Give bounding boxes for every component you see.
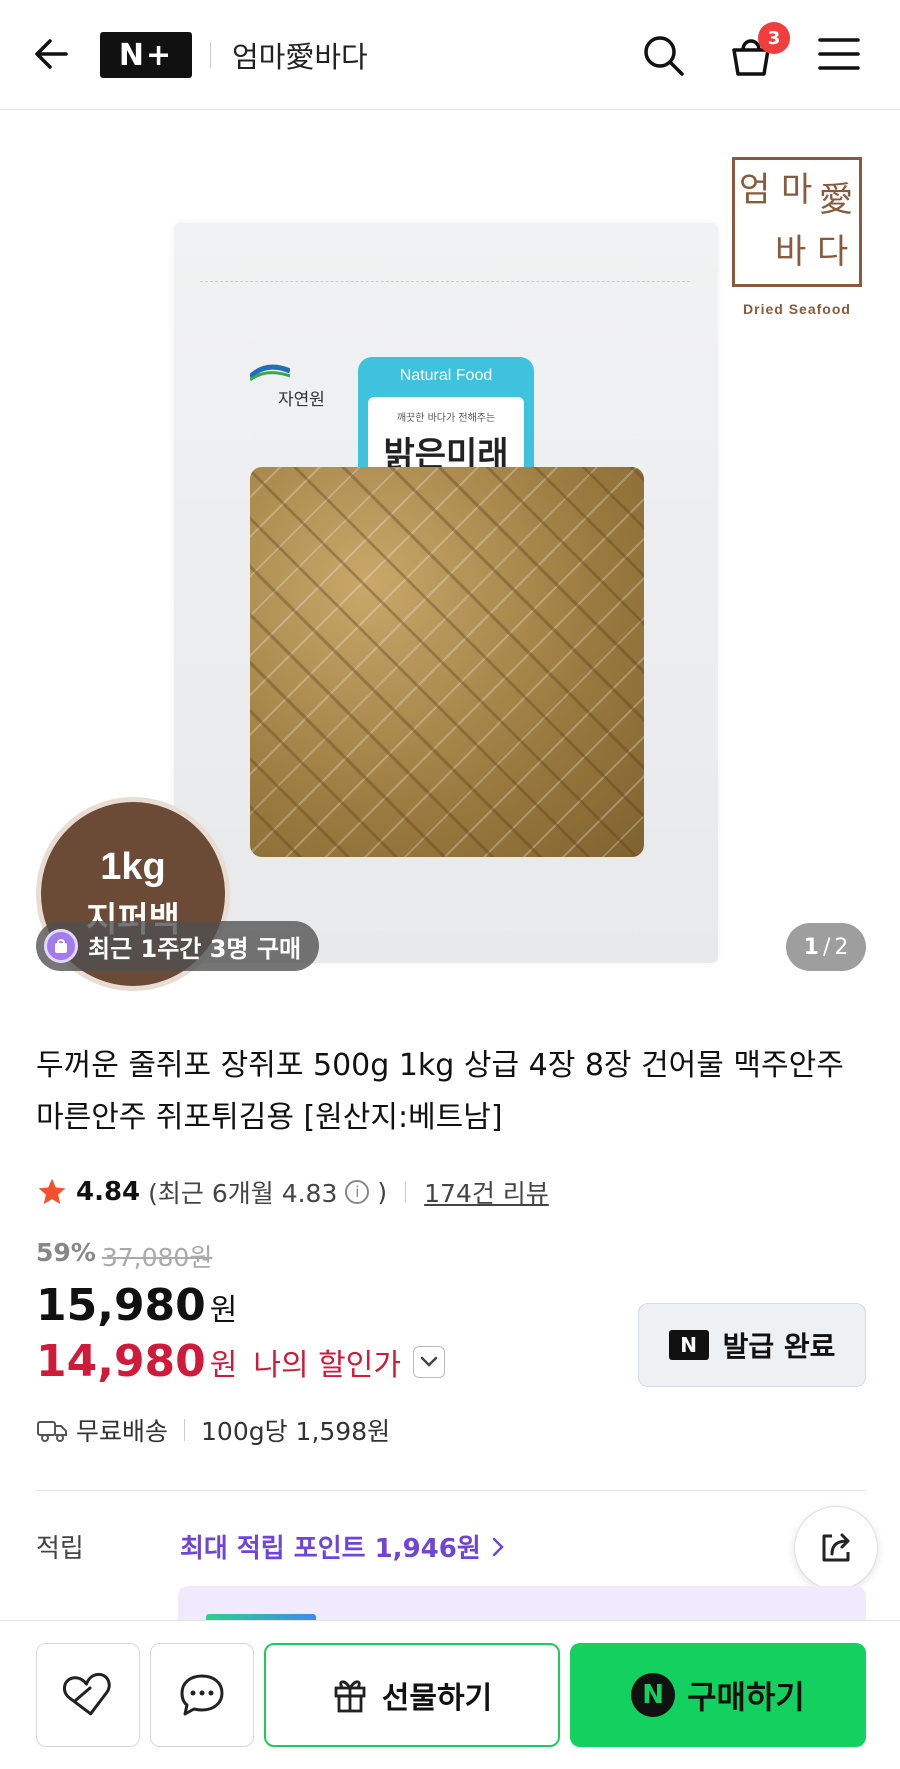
page-current: 1 [803,934,819,960]
naver-n-icon: N [668,1330,709,1360]
section-divider [36,1490,866,1491]
chevron-down-icon [420,1356,438,1367]
wishlist-button[interactable] [36,1643,140,1747]
top-header: N+ 엄마愛바다 3 [0,0,900,110]
review-count-link[interactable]: 174건 리뷰 [424,1174,549,1210]
product-package-image: 자연원 Natural Food 깨끗한 바다가 전해주는 밝은미래 [174,223,718,963]
search-icon[interactable] [640,32,686,78]
gift-button-label: 선물하기 [381,1681,493,1716]
max-points-link[interactable]: 최대 적립 포인트 1,946원 [180,1528,481,1565]
points-label: 적립 [36,1534,84,1564]
info-icon[interactable]: i [345,1180,370,1204]
truck-icon [37,1421,67,1442]
cart-count-badge: 3 [758,22,790,54]
chat-bubble-icon [180,1674,224,1716]
discount-rate: 59% [36,1238,96,1267]
product-title: 두꺼운 줄쥐포 장쥐포 500g 1kg 상급 4장 8장 건어물 맥주안주 마… [36,1048,844,1135]
coupon-issued-button[interactable]: N 발급 완료 [638,1303,866,1387]
gift-icon [334,1680,366,1713]
coupon-button-label: 발급 완료 [722,1330,836,1363]
star-icon [38,1178,66,1204]
logo-char: 마 [781,170,813,210]
logo-char: 다 [817,232,849,272]
heart-icon [62,1673,111,1716]
back-arrow-icon[interactable] [30,32,74,76]
rating-score: 4.84 [76,1177,141,1207]
points-row: 적립 최대 적립 포인트 1,946원 [36,1528,507,1565]
package-seal-line [200,281,690,291]
page-separator: / [822,934,831,960]
logo-char: 愛 [819,180,853,220]
badge-weight: 1kg [100,846,166,888]
header-divider [210,42,211,68]
share-button[interactable] [794,1506,878,1590]
page-total: 2 [834,934,849,960]
logo-char: 바 [775,232,807,272]
naver-plus-store-logo[interactable]: N+ [100,32,192,78]
recent-purchase-text: 최근 1주간 3명 구매 [88,934,302,963]
naver-pay-icon: N [631,1673,676,1717]
shipping-row: 무료배송 100g당 1,598원 [36,1412,390,1448]
share-icon [822,1533,850,1562]
recent-rating-close: ) [377,1177,388,1207]
logo-char: 엄 [739,170,771,210]
unit-price-text: 100g당 1,598원 [201,1417,391,1446]
chevron-right-icon [492,1537,504,1556]
discount-row: 59% 37,080원 [36,1238,212,1274]
maker-logo: 자연원 [248,363,360,423]
my-discount-price: 14,980 [36,1336,206,1387]
image-page-indicator: 1 / 2 [786,923,866,971]
rating-row: 4.84 (최근 6개월 4.83 i ) 174건 리뷰 [36,1172,549,1212]
recent-purchase-badge: 최근 1주간 3명 구매 [36,921,320,971]
buy-button-label: 구매하기 [687,1678,805,1716]
free-shipping-text: 무료배송 [76,1417,169,1446]
recent-rating-text: (최근 6개월 4.83 [148,1179,338,1208]
menu-icon[interactable] [816,34,862,74]
package-label-sub: 깨끗한 바다가 전해주는 [396,413,496,424]
talk-chat-button[interactable] [150,1643,254,1747]
shopping-bag-icon [44,929,78,963]
original-price: 37,080원 [101,1243,213,1272]
store-logo-subtitle: Dried Seafood [743,301,851,317]
bottom-action-bar: 선물하기 N 구매하기 [0,1620,900,1769]
shipping-divider [184,1419,186,1441]
my-price-row: 14,980 원 나의 할인가 [36,1336,445,1387]
my-price-label: 나의 할인가 [253,1347,401,1383]
gift-button[interactable]: 선물하기 [264,1643,560,1747]
store-logo-mark: 엄 마 愛 바 다 [732,157,862,287]
maker-logo-wave-icon [248,364,291,382]
dried-filefish-image [250,467,644,857]
my-price-unit: 원 [209,1347,238,1383]
buy-button[interactable]: N 구매하기 [570,1643,866,1747]
package-label-top: Natural Food [399,367,493,384]
product-image-gallery[interactable]: 자연원 Natural Food 깨끗한 바다가 전해주는 밝은미래 엄 마 愛… [0,111,900,1001]
sale-price-row: 15,980 원 [36,1280,237,1331]
store-name-link[interactable]: 엄마愛바다 [232,34,368,76]
sale-price-unit: 원 [209,1293,238,1328]
rating-divider [405,1181,407,1203]
maker-logo-text: 자연원 [278,390,325,410]
sale-price: 15,980 [36,1280,206,1331]
my-price-toggle[interactable] [412,1345,445,1378]
